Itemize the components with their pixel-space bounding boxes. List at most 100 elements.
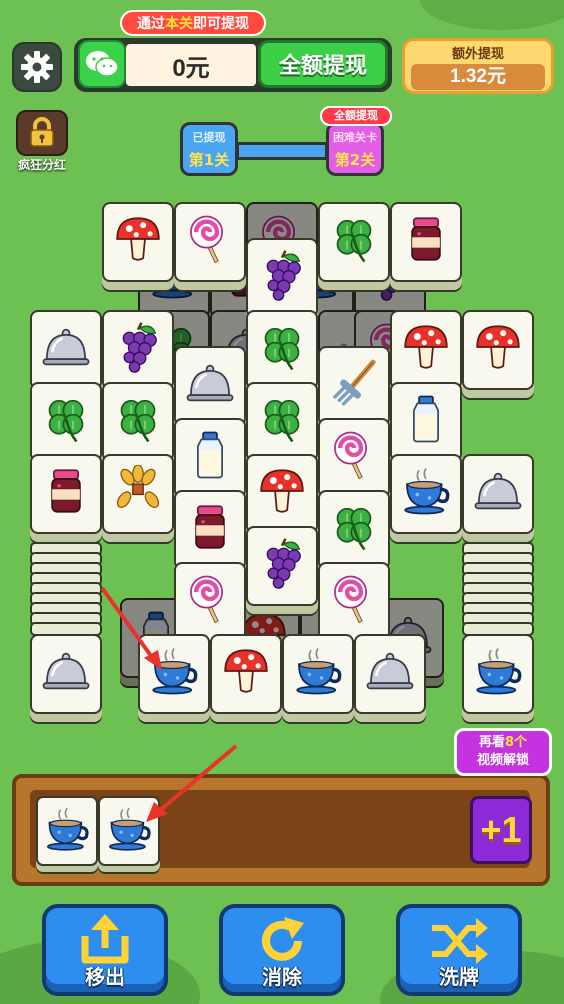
hint-prefix: 通过 [137,16,165,32]
rake-icon [324,352,384,414]
settings-gear-icon[interactable] [12,42,62,92]
tile-grapes[interactable] [102,310,174,390]
cloche-icon [360,640,420,702]
jam-icon [36,460,96,522]
hint-suffix: 即可提现 [193,16,249,32]
cloche-icon [36,640,96,702]
teacup-icon [396,460,456,522]
teacup-icon [43,805,91,857]
jam-icon [396,208,456,270]
tile-lollipop[interactable] [318,562,390,642]
teacup-icon [288,640,348,702]
grapes-icon [108,316,168,378]
mushroom-icon [468,316,528,378]
unlock-video-badge: 再看8个 视频解锁 [454,728,552,776]
tile-mushroom[interactable] [102,202,174,282]
level-1-label: 第1关 [188,151,230,169]
tile-grapes[interactable] [246,238,318,318]
cloche-icon [36,316,96,378]
tile-milk[interactable] [174,418,246,498]
bush-decoration [420,0,564,30]
level-1-node: 已提现 第1关 [180,122,238,176]
tile-clover[interactable] [318,202,390,282]
add-slot-button[interactable]: +1 [470,796,532,864]
tile-clover[interactable] [30,382,102,462]
lollipop-icon [180,568,240,630]
tile-clover[interactable] [246,382,318,462]
tile-cloche[interactable] [462,454,534,534]
hard-level-tag: 全额提现 [320,106,392,126]
tile-cloche[interactable] [174,346,246,426]
tile-cloche[interactable] [30,634,102,714]
hint-arrow-board [100,586,162,670]
wechat-icon [78,40,126,88]
tile-jam[interactable] [390,202,462,282]
hint-highlight: 本关 [165,16,193,32]
extra-withdraw-label: 额外提现 [451,47,504,62]
clover-icon [36,388,96,450]
tile-lollipop[interactable] [174,562,246,642]
eliminate-button[interactable]: 消除 [219,904,345,996]
lollipop-icon [324,424,384,486]
move-out-label: 移出 [85,965,125,989]
lollipop-icon [324,568,384,630]
balance-amount: 0元 [126,44,256,86]
level-2-node: 困难关卡 第2关 [326,122,384,176]
clover-icon [252,388,312,450]
game-stage: 0元 全额提现 通过 本关 即可提现 额外提现 1.32元 疯狂分红 已提现 第1关… [0,0,564,1004]
lock-chest-icon[interactable] [16,110,68,156]
tile-lollipop[interactable] [318,418,390,498]
mushroom-icon [216,640,276,702]
tile-jam[interactable] [174,490,246,570]
level-2-label: 第2关 [334,151,376,169]
mushroom-icon [396,316,456,378]
clover-icon [108,388,168,450]
milk-icon [396,388,456,450]
tile-mushroom[interactable] [246,454,318,534]
withdraw-hint-badge: 通过 本关 即可提现 [120,10,266,36]
tile-lollipop[interactable] [174,202,246,282]
tile-clover[interactable] [318,490,390,570]
clover-icon [252,316,312,378]
tile-jam[interactable] [30,454,102,534]
wheat-icon [108,460,168,522]
lollipop-icon [180,208,240,270]
mushroom-icon [108,208,168,270]
unlock-suffix: 视频解锁 [476,753,529,768]
tray-slot-teacup [36,796,98,866]
level-progress-bar [236,142,328,160]
shuffle-label: 洗牌 [439,965,479,989]
tile-teacup[interactable] [390,454,462,534]
clover-icon [324,496,384,558]
unlock-count: 8个 [504,735,528,750]
withdraw-all-button[interactable]: 全额提现 [258,40,388,88]
jam-icon [180,496,240,558]
grapes-icon [252,532,312,594]
mushroom-icon [252,460,312,522]
tile-milk[interactable] [390,382,462,462]
tile-clover[interactable] [102,382,174,462]
tile-clover[interactable] [246,310,318,390]
move-out-button[interactable]: 移出 [42,904,168,996]
shuffle-button[interactable]: 洗牌 [396,904,522,996]
tile-mushroom[interactable] [390,310,462,390]
hard-level-label: 困难关卡 [333,131,377,144]
tile-teacup[interactable] [282,634,354,714]
tile-mushroom[interactable] [210,634,282,714]
tile-mushroom[interactable] [462,310,534,390]
tile-wheat[interactable] [102,454,174,534]
cloche-icon [180,352,240,414]
unlock-prefix: 再看 [478,735,505,750]
extra-withdraw-button[interactable]: 额外提现 1.32元 [402,38,554,94]
tile-rake[interactable] [318,346,390,426]
tile-cloche[interactable] [30,310,102,390]
tile-cloche[interactable] [354,634,426,714]
done-label: 已提现 [192,131,226,144]
grapes-icon [252,244,312,306]
extra-withdraw-value: 1.32元 [411,64,545,90]
tile-grapes[interactable] [246,526,318,606]
eliminate-label: 消除 [262,965,302,989]
cloche-icon [468,460,528,522]
tile-teacup[interactable] [462,634,534,714]
milk-icon [180,424,240,486]
